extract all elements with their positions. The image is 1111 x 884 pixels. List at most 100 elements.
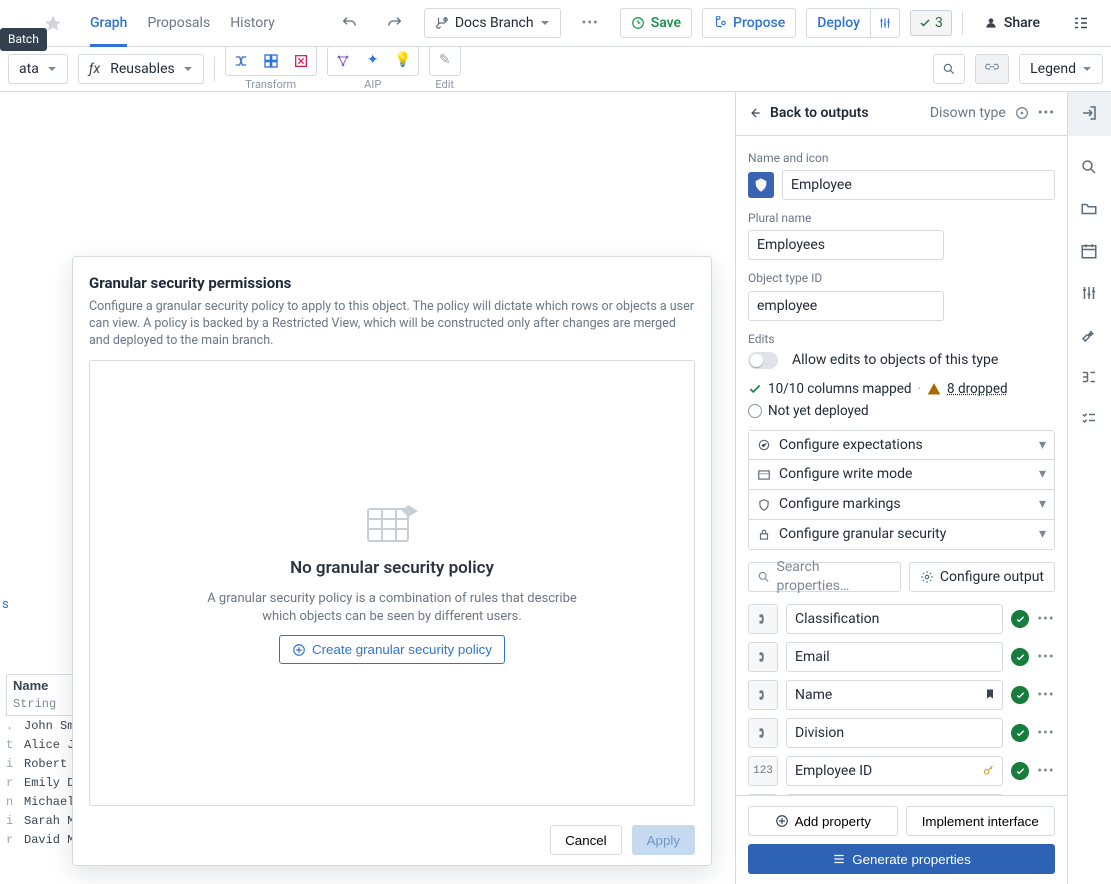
security-modal: Granular security permissions Configure … — [72, 256, 712, 866]
key-icon — [982, 763, 996, 777]
save-button[interactable]: Save — [620, 8, 692, 38]
config-expectations[interactable]: Configure expectations▾ — [748, 430, 1055, 460]
config-markings[interactable]: Configure markings▾ — [748, 490, 1055, 520]
rail-calendar-icon[interactable] — [1080, 242, 1100, 262]
warning-icon — [927, 382, 941, 396]
add-property-button[interactable]: Add property — [748, 806, 898, 836]
name-label: Name and icon — [748, 150, 1055, 166]
empty-policy-icon — [364, 501, 420, 547]
transform-delete-icon[interactable] — [286, 47, 316, 75]
bg-table: Name String .John SmitAlice JoiRobert Br… — [6, 674, 82, 849]
transform-tools — [225, 46, 317, 76]
status-pill[interactable]: 3 — [910, 10, 952, 37]
reusables-selector[interactable]: ƒx Reusables — [78, 54, 204, 84]
edit-pencil-icon[interactable]: ✎ — [430, 47, 460, 75]
property-row: Division ••• — [748, 718, 1055, 748]
edits-toggle[interactable] — [748, 352, 778, 369]
rail-wrench-icon[interactable] — [1080, 326, 1100, 346]
property-type-icon — [748, 642, 778, 672]
data-selector[interactable]: ata — [8, 54, 68, 84]
property-more[interactable]: ••• — [1037, 686, 1055, 705]
branch-more[interactable]: ••• — [571, 8, 610, 38]
aip-magic-icon[interactable]: ✦ — [358, 47, 388, 75]
aip-tools: ✦ 💡 — [327, 46, 419, 76]
cancel-button[interactable]: Cancel — [550, 825, 622, 855]
target-icon[interactable] — [1014, 105, 1030, 121]
modal-description: Configure a granular security policy to … — [73, 299, 711, 360]
rail-exit-icon[interactable] — [1080, 104, 1100, 124]
side-footer: Add property Implement interface Generat… — [736, 795, 1067, 884]
outline-toggle[interactable] — [1061, 8, 1101, 38]
side-panel: Back to outputs Disown type ••• Name and… — [735, 92, 1067, 884]
property-name-input[interactable]: Classification — [786, 604, 1003, 634]
aip-graph-icon[interactable] — [328, 47, 358, 75]
property-name-input[interactable]: Phone Number — [786, 794, 1003, 795]
implement-interface-button[interactable]: Implement interface — [906, 806, 1056, 836]
tab-graph[interactable]: Graph — [90, 0, 127, 47]
properties-list: Classification•••Email•••Name•••Division… — [748, 604, 1055, 795]
deploy-button[interactable]: Deploy — [806, 8, 871, 38]
property-name-input[interactable]: Employee ID — [786, 756, 1003, 786]
legend-toggle[interactable]: Legend — [1019, 54, 1103, 84]
object-icon[interactable] — [748, 172, 774, 198]
property-more[interactable]: ••• — [1037, 610, 1055, 629]
config-granular-security[interactable]: Configure granular security▾ — [748, 520, 1055, 550]
property-name-input[interactable]: Division — [786, 718, 1003, 748]
tab-proposals[interactable]: Proposals — [147, 0, 210, 47]
configure-output[interactable]: Configure output — [909, 562, 1055, 592]
right-rail — [1067, 92, 1111, 884]
branch-label: Docs Branch — [455, 14, 534, 33]
property-ok-icon — [1011, 724, 1029, 742]
property-more[interactable]: ••• — [1037, 724, 1055, 743]
transform-label: Transform — [245, 78, 296, 93]
property-row: Classification ••• — [748, 604, 1055, 634]
id-input[interactable] — [748, 291, 944, 321]
edit-tools: ✎ — [429, 46, 461, 76]
link-toggle[interactable] — [975, 54, 1009, 84]
bookmark-icon — [984, 687, 996, 701]
rail-folder-icon[interactable] — [1080, 200, 1100, 220]
plural-label: Plural name — [748, 210, 1055, 226]
branch-selector[interactable]: Docs Branch — [424, 8, 561, 38]
propose-button[interactable]: Propose — [702, 8, 796, 38]
share-button[interactable]: Share — [973, 8, 1051, 38]
plural-input[interactable] — [748, 230, 944, 260]
tab-history[interactable]: History — [230, 0, 275, 47]
property-search[interactable]: Search properties… — [748, 562, 901, 592]
modal-body: No granular security policy A granular s… — [89, 360, 695, 806]
property-type-icon — [748, 794, 778, 795]
property-more[interactable]: ••• — [1037, 762, 1055, 781]
canvas-search[interactable] — [933, 54, 965, 84]
config-write-mode[interactable]: Configure write mode▾ — [748, 460, 1055, 490]
property-name-input[interactable]: Email — [786, 642, 1003, 672]
transform-flow-icon[interactable] — [226, 47, 256, 75]
name-input[interactable] — [782, 170, 1055, 200]
back-to-outputs[interactable]: Back to outputs — [748, 104, 869, 123]
disown-type[interactable]: Disown type — [930, 104, 1006, 123]
rail-search-icon[interactable] — [1080, 158, 1100, 178]
main: s Name String .John SmitAlice JoiRobert … — [0, 92, 1111, 884]
redo-button[interactable] — [376, 8, 414, 38]
undo-button[interactable] — [330, 8, 368, 38]
dropped-status[interactable]: 8 dropped — [947, 380, 1008, 398]
generate-properties-button[interactable]: Generate properties — [748, 844, 1055, 874]
modal-footer: Cancel Apply — [73, 814, 711, 865]
aip-idea-icon[interactable]: 💡 — [388, 47, 418, 75]
mapped-status: 10/10 columns mapped — [768, 380, 911, 398]
edits-label: Edits — [748, 331, 1055, 347]
transform-grid-icon[interactable] — [256, 47, 286, 75]
create-policy-button[interactable]: Create granular security policy — [279, 635, 505, 664]
side-link[interactable]: s — [2, 596, 9, 614]
apply-button[interactable]: Apply — [632, 825, 695, 855]
rail-sliders-icon[interactable] — [1080, 284, 1100, 304]
property-name-input[interactable]: Name — [786, 680, 1003, 710]
property-more[interactable]: ••• — [1037, 648, 1055, 667]
deploy-settings[interactable] — [871, 8, 900, 38]
header-tabs: Graph Proposals History — [90, 0, 275, 47]
header-bar: Batch Graph Proposals History Docs Branc… — [0, 0, 1111, 47]
check-icon — [748, 382, 762, 396]
rail-tree-icon[interactable] — [1080, 368, 1100, 388]
property-ok-icon — [1011, 686, 1029, 704]
side-more[interactable]: ••• — [1038, 104, 1055, 123]
rail-checklist-icon[interactable] — [1080, 410, 1100, 430]
